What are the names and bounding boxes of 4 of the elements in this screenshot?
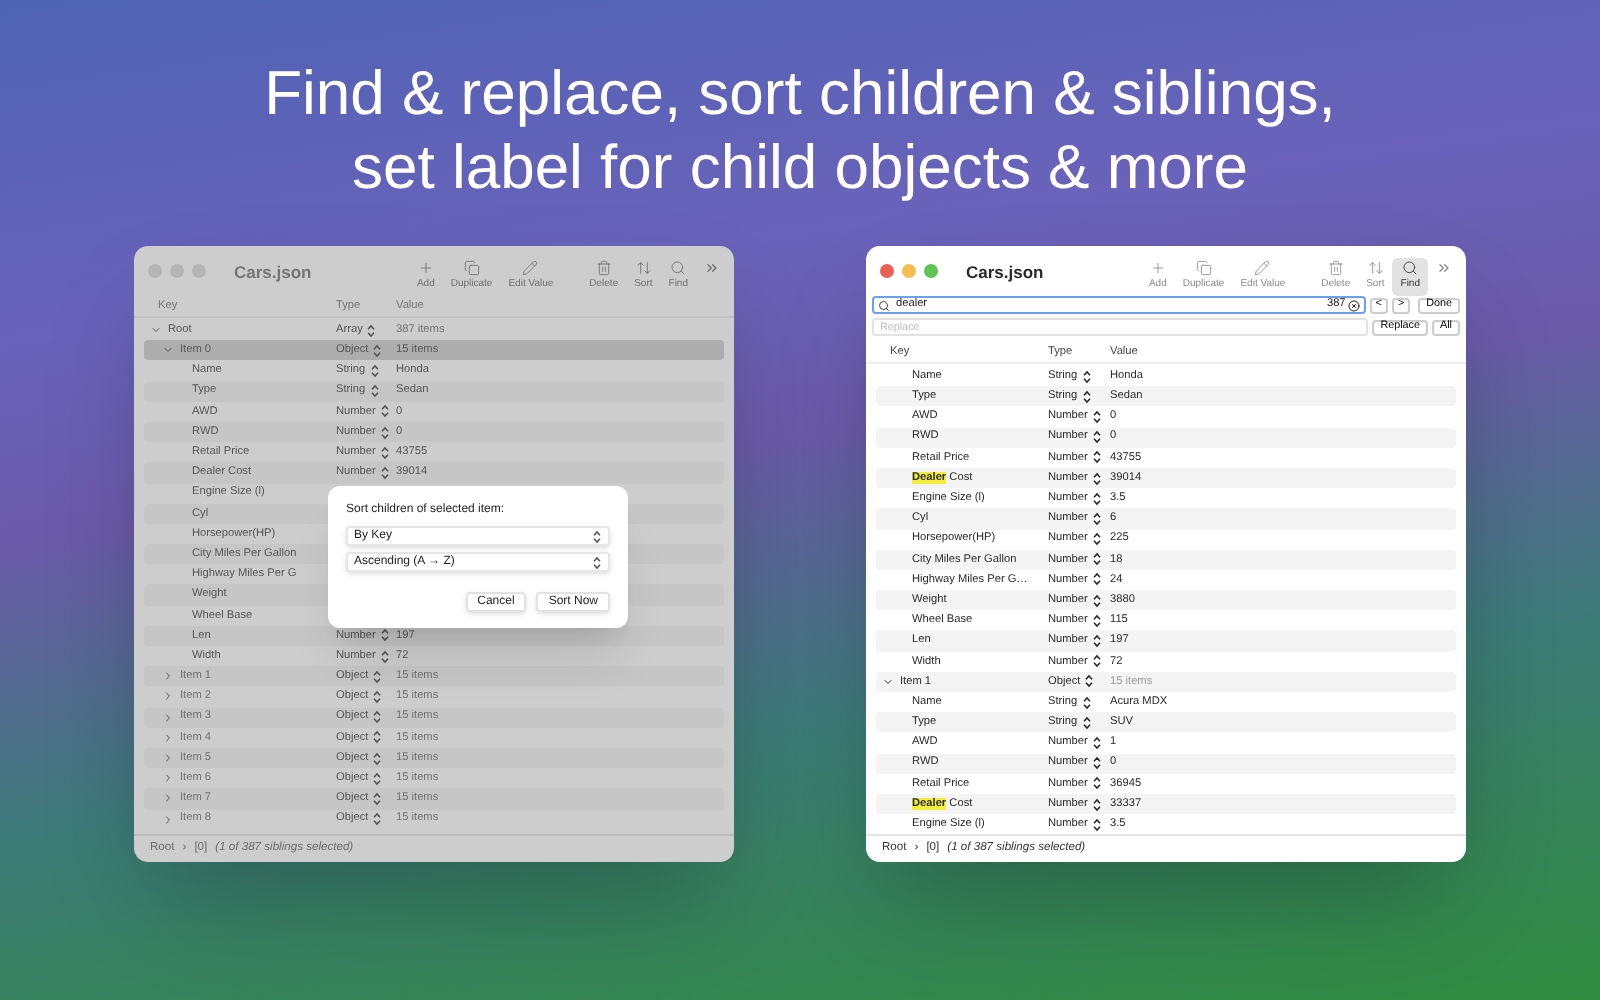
- headline: set label for child objects & more: [351, 130, 1248, 204]
- headline: Find & replace, sort children & siblings,: [264, 56, 1336, 130]
- window-title: Cars.json: [966, 260, 1044, 286]
- window-title: Cars.json: [234, 260, 312, 286]
